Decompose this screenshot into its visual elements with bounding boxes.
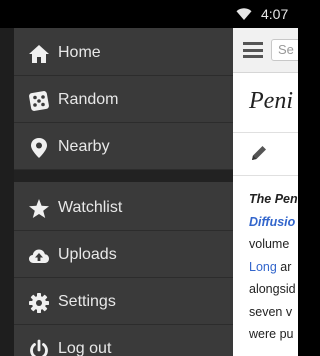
pencil-icon[interactable] (249, 143, 269, 163)
article-header: Se (233, 28, 298, 73)
drawer-separator (14, 170, 233, 182)
article-line: were pu (249, 327, 294, 341)
article-link[interactable]: Diffusio (249, 211, 298, 234)
gear-icon (29, 293, 49, 313)
drawer-item-random[interactable]: Random (14, 77, 233, 123)
drawer-item-label: Random (58, 91, 119, 108)
drawer-item-label: Settings (58, 293, 116, 310)
home-icon (29, 45, 49, 63)
article-link[interactable]: Long (249, 260, 277, 274)
article-line: The Pen (249, 192, 298, 206)
article-line: seven v (249, 304, 293, 319)
drawer-item-label: Log out (58, 340, 112, 356)
navigation-drawer: Home Random Nearby Watchlist Uploads Set… (0, 28, 233, 356)
hamburger-menu-icon[interactable] (243, 42, 263, 58)
article-line: volume (249, 237, 290, 251)
drawer-item-uploads[interactable]: Uploads (14, 232, 233, 278)
wifi-icon (236, 8, 252, 20)
drawer-item-nearby[interactable]: Nearby (14, 124, 233, 170)
article-body: The Pen Diffusio volume Long ar alongsid… (249, 188, 298, 346)
drawer-item-log-out[interactable]: Log out (14, 326, 233, 356)
drawer-item-label: Uploads (58, 246, 117, 263)
cloud-upload-icon (29, 249, 49, 263)
search-input[interactable]: Se (271, 39, 298, 61)
drawer-item-home[interactable]: Home (14, 30, 233, 76)
article-line: alongsid (249, 282, 296, 296)
status-time: 4:07 (261, 6, 289, 22)
app-screen: 4:07 Home Random Nearby Watchlist Upload… (0, 0, 298, 356)
drawer-item-watchlist[interactable]: Watchlist (14, 185, 233, 231)
map-pin-icon (31, 138, 47, 158)
article-line: Long ar (249, 256, 298, 279)
power-icon (30, 339, 48, 356)
article-title: Peni (249, 88, 293, 114)
drawer-item-label: Watchlist (58, 199, 123, 216)
drawer-item-settings[interactable]: Settings (14, 279, 233, 325)
status-bar: 4:07 (0, 0, 298, 28)
edit-row (233, 132, 298, 176)
article-pane: Se Peni The Pen Diffusio volume Long ar … (233, 28, 298, 356)
drawer-item-label: Nearby (58, 138, 110, 155)
star-icon (29, 199, 49, 218)
dice-icon (29, 91, 49, 111)
article-line-text: ar (276, 259, 292, 274)
drawer-item-label: Home (58, 44, 101, 61)
